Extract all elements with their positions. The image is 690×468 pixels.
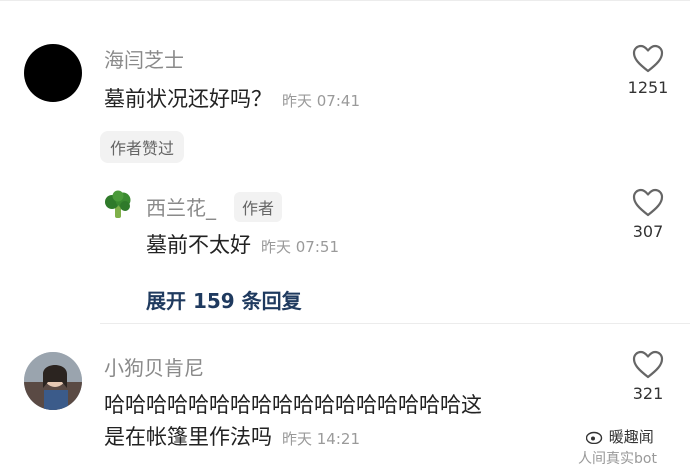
avatar-photo[interactable] xyxy=(24,352,82,410)
top-divider xyxy=(0,0,690,1)
comment-body: 是在帐篷里作法吗 xyxy=(104,425,272,449)
like-count: 1251 xyxy=(627,78,669,97)
weibo-icon xyxy=(585,431,603,445)
reply-body: 墓前不太好 xyxy=(146,233,251,257)
heart-icon xyxy=(632,44,664,73)
reply-like-button[interactable]: 307 xyxy=(618,188,678,241)
comment-text-line2: 是在帐篷里作法吗 昨天 14:21 xyxy=(104,422,360,454)
watermark-name: 暖趣闻 xyxy=(608,428,654,446)
comment-divider xyxy=(100,323,690,324)
comment-username[interactable]: 小狗贝肯尼 xyxy=(104,352,204,381)
reply-avatar[interactable] xyxy=(103,190,133,220)
watermark-sub: 人间真实bot xyxy=(578,451,657,467)
comment-text-line1: 哈哈哈哈哈哈哈哈哈哈哈哈哈哈哈哈哈这 xyxy=(104,393,482,417)
reply-text: 墓前不太好 昨天 07:51 xyxy=(146,230,339,262)
heart-icon xyxy=(632,350,664,379)
reply-time: 昨天 07:51 xyxy=(261,238,339,256)
comment-username[interactable]: 海闫芝士 xyxy=(104,44,184,73)
broccoli-icon xyxy=(105,190,131,218)
comment-text: 墓前状况还好吗？ 昨天 07:41 xyxy=(104,84,360,116)
reply-username[interactable]: 西兰花_ xyxy=(146,192,216,221)
watermark: 暖趣闻 xyxy=(585,426,654,447)
avatar[interactable] xyxy=(24,44,82,102)
comment-time: 昨天 07:41 xyxy=(282,92,360,110)
author-tag: 作者 xyxy=(234,192,283,222)
user-photo-icon xyxy=(24,352,82,410)
reply-like-count: 307 xyxy=(632,222,664,241)
like-count: 321 xyxy=(632,384,664,403)
like-button[interactable]: 1251 xyxy=(618,44,678,97)
comment-time: 昨天 14:21 xyxy=(282,430,360,448)
comment-body: 墓前状况还好吗？ xyxy=(104,87,272,111)
like-button[interactable]: 321 xyxy=(618,350,678,403)
author-liked-badge: 作者赞过 xyxy=(100,131,185,163)
expand-replies-link[interactable]: 展开 159 条回复 xyxy=(146,285,302,314)
heart-icon xyxy=(632,188,664,217)
